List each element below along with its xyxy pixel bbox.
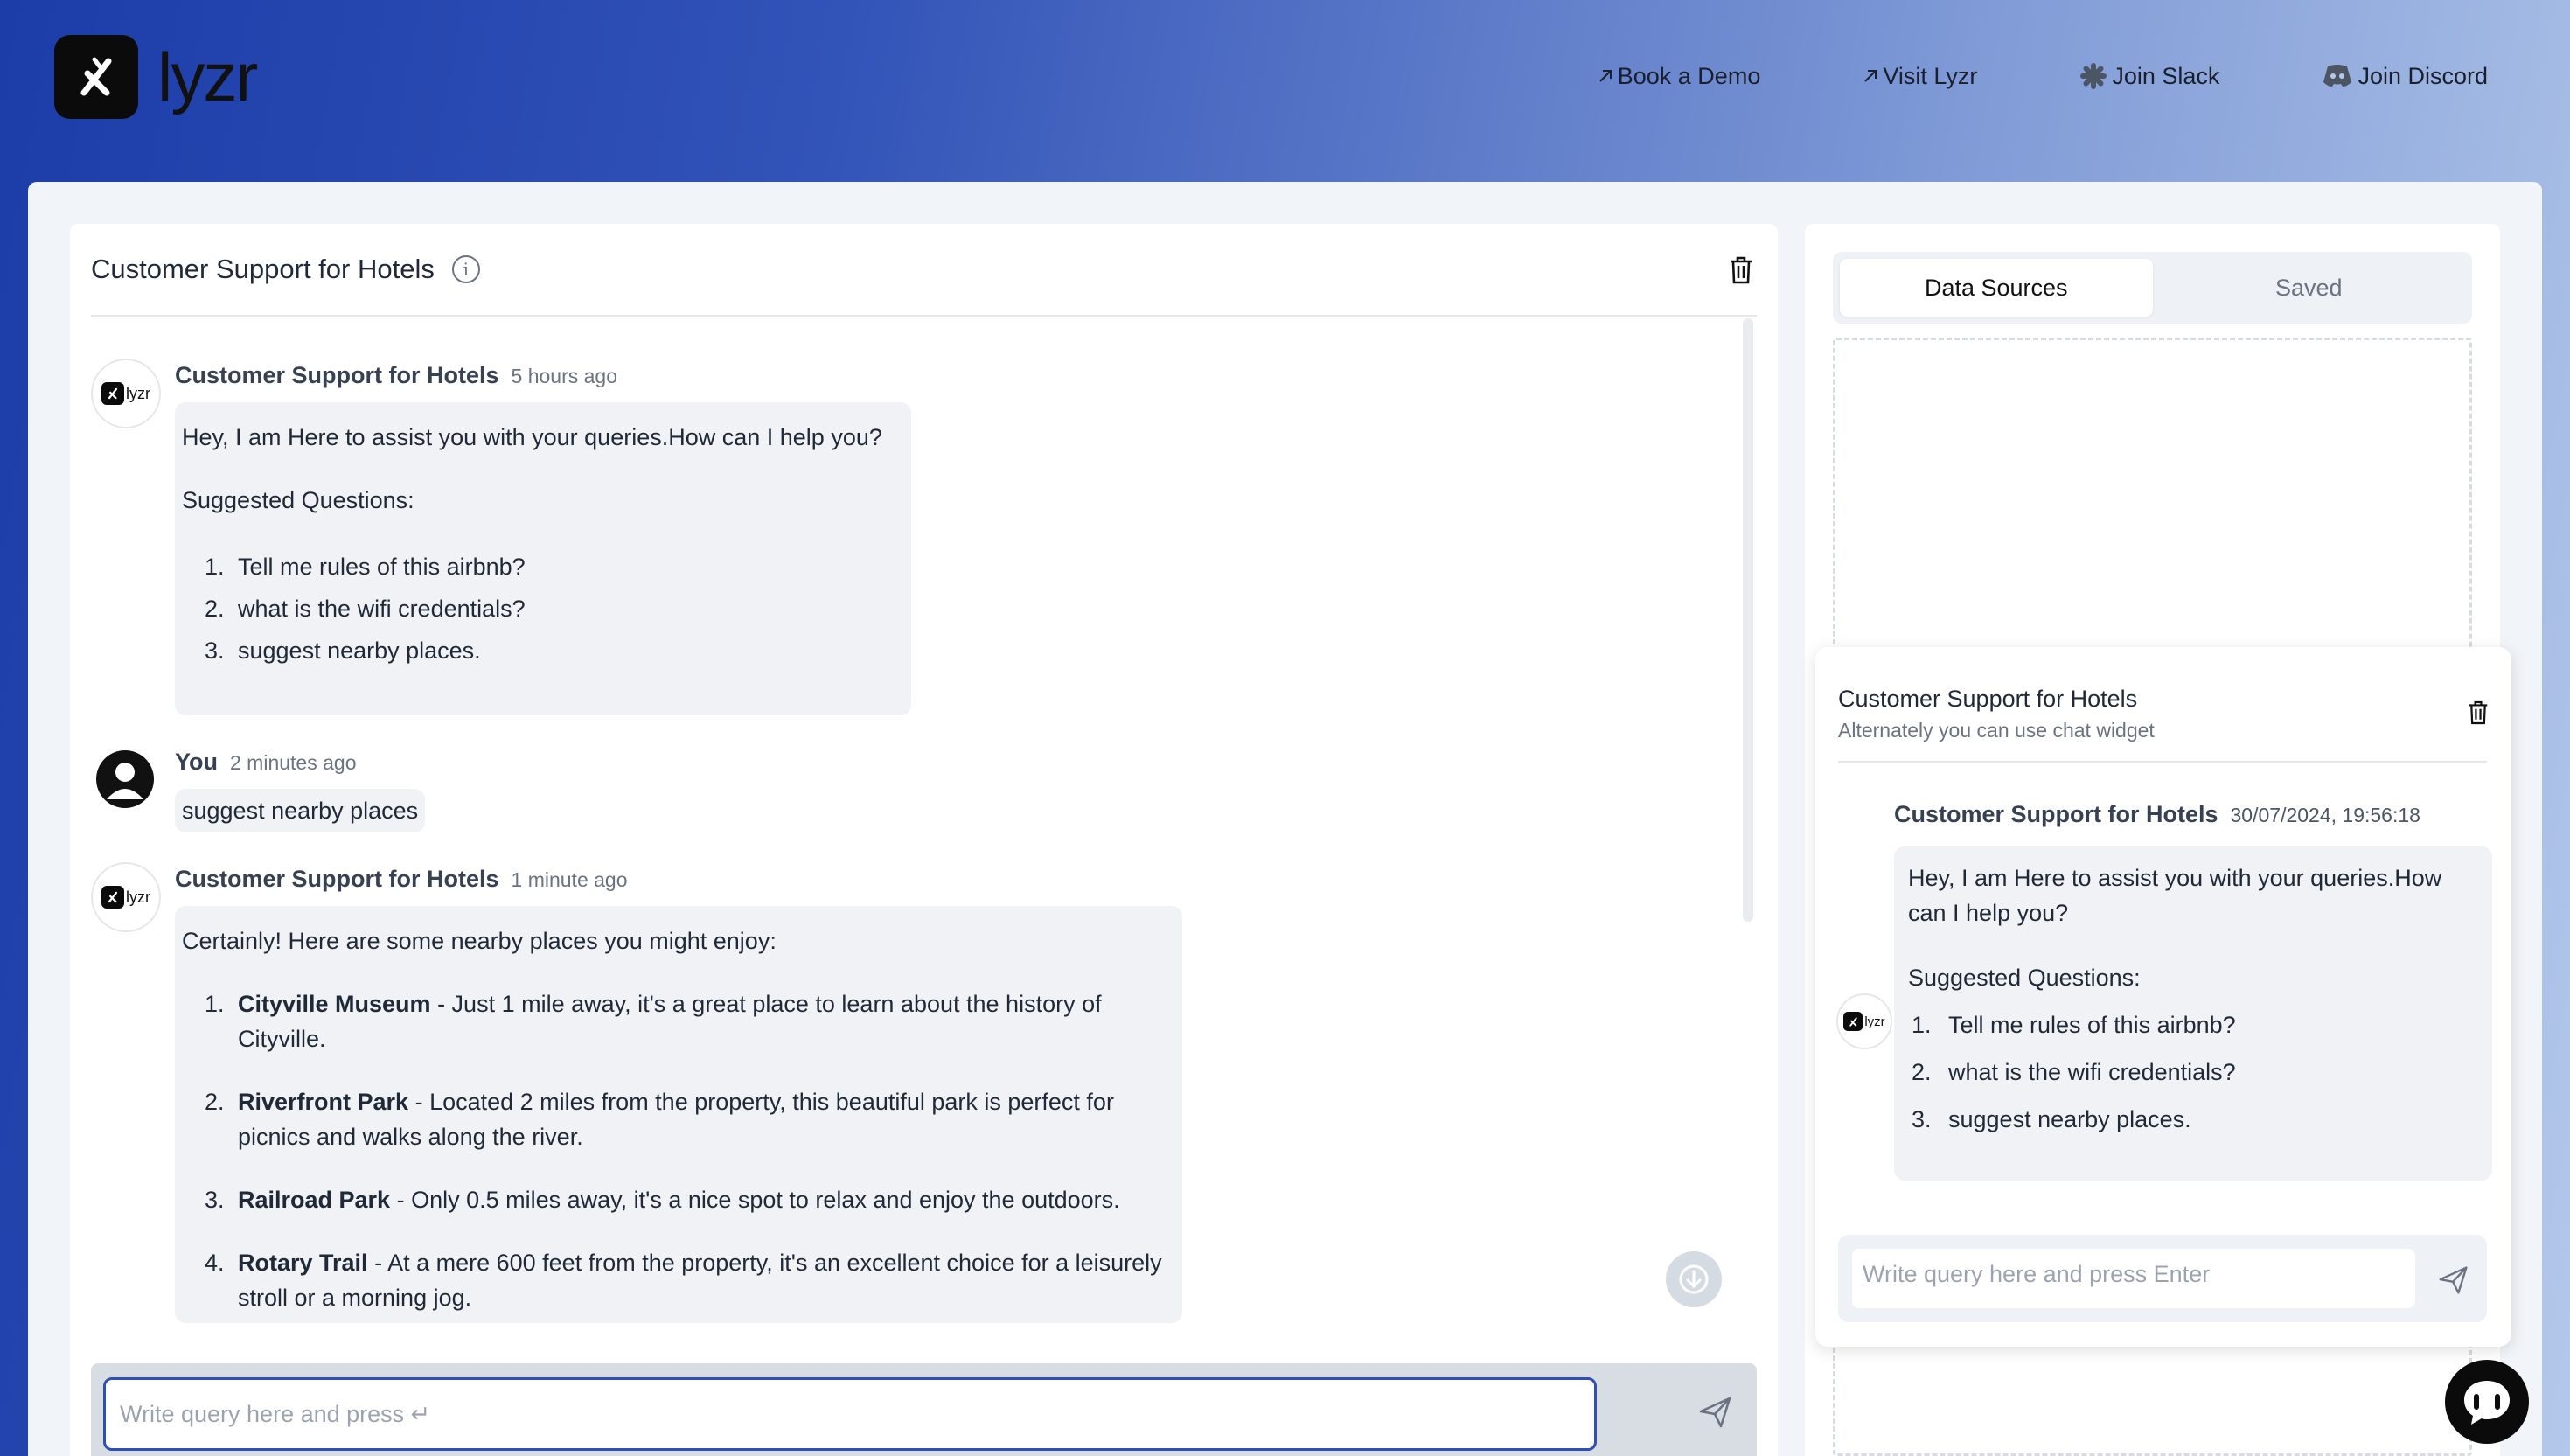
suggestion-item[interactable]: suggest nearby places. [231,630,904,672]
suggestion-item[interactable]: what is the wifi credentials? [231,588,904,630]
send-icon[interactable] [2438,1264,2469,1296]
message-header: Customer Support for Hotels 5 hours ago [175,362,617,389]
book-demo-link[interactable]: Book a Demo [1597,61,1761,91]
widget-message-intro: Hey, I am Here to assist you with your q… [1908,865,2442,926]
places-list: Cityville Museum - Just 1 mile away, it'… [231,986,1175,1315]
brand-logo[interactable]: lyzr [54,35,258,119]
chat-title: Customer Support for Hotels [91,254,435,284]
message-sender: Customer Support for Hotels [175,362,499,388]
chat-header: Customer Support for Hotels i [91,224,1757,317]
message-intro: Hey, I am Here to assist you with your q… [182,424,882,450]
message-intro: Certainly! Here are some nearby places y… [182,928,777,954]
message-time: 5 hours ago [511,365,617,387]
lyzr-logo-icon [1843,1012,1863,1031]
arrow-down-icon [1679,1264,1709,1294]
avatar-brand-text: lyzr [126,384,150,402]
widget-message-bubble: Hey, I am Here to assist you with your q… [1894,846,2492,1181]
join-slack-label: Join Slack [2112,62,2220,89]
lyzr-logo-icon [101,382,124,405]
join-discord-link[interactable]: Join Discord [2321,61,2488,91]
visit-lyzr-link[interactable]: Visit Lyzr [1862,61,1977,91]
bot-avatar: lyzr [91,862,161,932]
message-header: You 2 minutes ago [175,749,356,776]
top-nav: Book a Demo Visit Lyzr Join Slack Join D… [1597,61,2488,91]
suggestion-item[interactable]: Tell me rules of this airbnb? [231,546,904,588]
bot-message-bubble: Certainly! Here are some nearby places y… [175,906,1182,1323]
info-icon[interactable]: i [451,255,480,283]
suggested-label: Suggested Questions: [182,487,414,513]
widget-input[interactable]: Write query here and press Enter [1852,1249,2415,1308]
widget-title: Customer Support for Hotels [1838,686,2138,712]
avatar-brand-text: lyzr [126,888,150,906]
send-icon[interactable] [1698,1395,1733,1430]
top-bar: lyzr Book a Demo Visit Lyzr Join Slack J… [0,0,2570,182]
message-sender: Customer Support for Hotels [175,866,499,892]
user-message-text: suggest nearby places [182,798,419,824]
trash-icon[interactable] [2468,700,2489,726]
message-time: 2 minutes ago [230,751,357,774]
place-item: Cityville Museum - Just 1 mile away, it'… [231,986,1175,1056]
place-desc: - Only 0.5 miles away, it's a nice spot … [390,1187,1120,1213]
suggestion-list: Tell me rules of this airbnb? what is th… [231,546,904,672]
join-discord-label: Join Discord [2358,62,2488,89]
bot-message-bubble: Hey, I am Here to assist you with your q… [175,402,911,715]
widget-message-sender: Customer Support for Hotels [1894,801,2218,827]
chat-input-area: Write query here and press ↵ [91,1363,1757,1456]
chat-widget: Customer Support for Hotels Alternately … [1815,647,2511,1347]
suggestion-item[interactable]: what is the wifi credentials? [1938,1055,2478,1090]
widget-suggested-label: Suggested Questions: [1908,965,2141,991]
tab-saved[interactable]: Saved [2153,259,2466,317]
side-tabs: Data Sources Saved [1833,252,2472,324]
bot-avatar: lyzr [1836,993,1892,1049]
arrow-up-right-icon [1864,70,1877,82]
brand-name: lyzr [157,38,258,115]
suggestion-item[interactable]: suggest nearby places. [1938,1102,2478,1137]
place-name: Railroad Park [238,1187,391,1213]
user-avatar-icon [96,750,154,808]
message-time: 1 minute ago [511,868,628,891]
avatar-brand-text: lyzr [1864,1014,1885,1029]
chat-scrollbar[interactable] [1743,318,1753,922]
place-item: Riverfront Park - Located 2 miles from t… [231,1084,1175,1154]
lyzr-logo-icon [101,886,124,909]
bot-avatar: lyzr [91,359,161,428]
widget-message-header: Customer Support for Hotels 30/07/2024, 1… [1894,801,2420,828]
widget-subtitle: Alternately you can use chat widget [1838,719,2155,742]
book-demo-label: Book a Demo [1617,62,1761,89]
trash-icon[interactable] [1729,255,1753,285]
place-desc: - At a mere 600 feet from the property, … [238,1250,1162,1311]
discord-icon [2323,65,2352,87]
place-item: Rotary Trail - At a mere 600 feet from t… [231,1245,1175,1315]
place-name: Cityville Museum [238,991,431,1017]
message-sender: You [175,749,218,775]
arrow-up-right-icon [1599,70,1612,82]
widget-suggestion-list: Tell me rules of this airbnb? what is th… [1938,1007,2478,1137]
tab-data-sources[interactable]: Data Sources [1840,259,2153,317]
chat-launcher-button[interactable] [2445,1360,2529,1444]
chat-bubble-icon [2464,1381,2510,1425]
place-item: Railroad Park - Only 0.5 miles away, it'… [231,1182,1175,1217]
message-header: Customer Support for Hotels 1 minute ago [175,866,628,893]
place-name: Rotary Trail [238,1250,368,1276]
scroll-down-button[interactable] [1666,1251,1722,1307]
suggestion-item[interactable]: Tell me rules of this airbnb? [1938,1007,2478,1042]
widget-divider [1838,761,2487,763]
chat-input[interactable]: Write query here and press ↵ [103,1377,1597,1451]
widget-input-area: Write query here and press Enter [1838,1235,2487,1322]
visit-lyzr-label: Visit Lyzr [1883,62,1978,89]
widget-message-time: 30/07/2024, 19:56:18 [2230,804,2420,826]
place-name: Riverfront Park [238,1089,409,1115]
lyzr-logo-icon [54,35,138,119]
user-message-bubble: suggest nearby places [175,789,426,832]
slack-icon [2080,63,2107,89]
join-slack-link[interactable]: Join Slack [2079,61,2219,91]
